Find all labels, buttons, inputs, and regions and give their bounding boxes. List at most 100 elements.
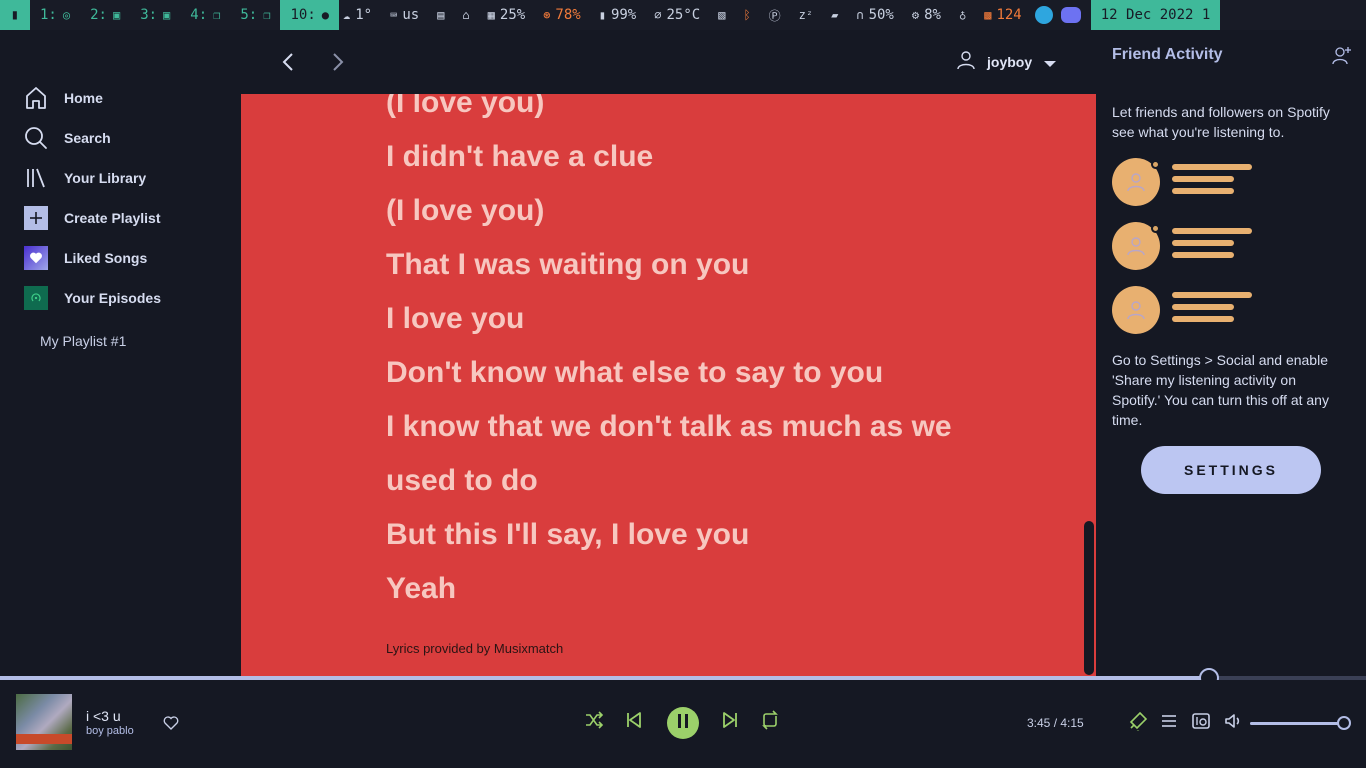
lyric-line[interactable]: Don't know what else to say to you bbox=[386, 355, 883, 391]
friend-activity-title: Friend Activity bbox=[1112, 46, 1223, 63]
pause-status[interactable]: Ⓟ bbox=[760, 7, 790, 24]
image-icon: ▧ bbox=[718, 8, 726, 22]
windows-icon: ❐ bbox=[213, 8, 221, 22]
sidebar-item-liked-songs[interactable]: Liked Songs bbox=[24, 246, 147, 270]
lyric-line[interactable]: (I love you) bbox=[386, 193, 544, 229]
lyric-line[interactable]: (I love you) bbox=[386, 94, 544, 121]
library-icon bbox=[24, 166, 48, 190]
lyric-line[interactable]: used to do bbox=[386, 463, 538, 499]
friend-activity-description: Let friends and followers on Spotify see… bbox=[1112, 104, 1330, 140]
sidebar-item-label: Home bbox=[64, 90, 103, 106]
sidebar-item-create-playlist[interactable]: Create Playlist bbox=[24, 206, 161, 230]
volume-fill bbox=[1250, 722, 1344, 725]
volume-handle[interactable] bbox=[1337, 716, 1351, 730]
system-status-bar: ▮ 1: ◎ 2: ▣ 3: ▣ 4: ❐ 5: ❐ 10: ● ☁ 1° ⌨ us ▤ ⌂ ▦… bbox=[0, 0, 1366, 30]
plus-icon bbox=[24, 206, 48, 230]
sidebar-item-label: Your Episodes bbox=[64, 290, 161, 306]
workspace-5[interactable]: 5: ❐ bbox=[230, 0, 280, 30]
chrome-icon: ◎ bbox=[62, 8, 71, 22]
queue-button[interactable] bbox=[1159, 713, 1179, 733]
date-display: 12 Dec 2022 1 bbox=[1090, 0, 1221, 30]
text-placeholder bbox=[1172, 188, 1234, 194]
lightbulb-status[interactable]: ♁ bbox=[950, 8, 975, 22]
notifications-status[interactable]: ▰ bbox=[822, 8, 847, 22]
workspace-4[interactable]: 4: ❐ bbox=[180, 0, 230, 30]
workspace-2[interactable]: 2: ▣ bbox=[80, 0, 130, 30]
lyric-line[interactable]: I know that we don't talk as much as we bbox=[386, 409, 952, 445]
chat-icon: ▰ bbox=[831, 8, 839, 22]
back-button[interactable] bbox=[277, 50, 299, 74]
sidebar-item-library[interactable]: Your Library bbox=[24, 166, 146, 190]
lyric-line[interactable]: Yeah bbox=[386, 571, 456, 607]
like-button[interactable] bbox=[162, 714, 180, 732]
mute-button[interactable] bbox=[1223, 713, 1243, 733]
lyric-line[interactable]: That I was waiting on you bbox=[386, 247, 749, 283]
track-title[interactable]: i <3 u bbox=[86, 708, 121, 724]
temperature-status: ⌀ 25°C bbox=[654, 7, 701, 23]
cpu-temp-status: ⊛ 78% bbox=[543, 7, 581, 23]
keyboard-status: ⌨ us bbox=[390, 7, 420, 23]
workspace-label: 1: bbox=[40, 7, 57, 23]
memory-status: ▦ 25% bbox=[487, 7, 526, 23]
idle-status[interactable]: zᶻ bbox=[790, 8, 822, 22]
screenshot-status[interactable]: ▧ bbox=[709, 8, 734, 22]
album-art[interactable] bbox=[16, 694, 72, 750]
text-placeholder bbox=[1172, 164, 1252, 170]
discord-icon[interactable] bbox=[1060, 7, 1081, 23]
lyrics-button[interactable] bbox=[1128, 711, 1148, 734]
track-artist[interactable]: boy pablo bbox=[86, 725, 134, 737]
volume-slider[interactable] bbox=[1250, 716, 1351, 730]
sidebar-item-home[interactable]: Home bbox=[24, 86, 103, 110]
spotify-icon: ● bbox=[321, 8, 329, 22]
next-button[interactable] bbox=[720, 712, 740, 732]
gear-icon: ⚙ bbox=[911, 8, 920, 22]
playback-time: 3:45 / 4:15 bbox=[1027, 716, 1084, 730]
shuffle-button[interactable] bbox=[584, 710, 604, 734]
user-menu-button[interactable]: joyboy bbox=[957, 50, 1057, 74]
memory-icon: ▦ bbox=[487, 8, 495, 22]
wm-logo-icon[interactable]: ▮ bbox=[0, 0, 30, 30]
podcast-icon bbox=[24, 286, 48, 310]
pause-button[interactable] bbox=[667, 707, 699, 739]
workspace-label: 5: bbox=[240, 7, 258, 23]
updates-status[interactable]: ▩ 124 bbox=[975, 7, 1031, 23]
lyric-line[interactable]: I love you bbox=[386, 301, 524, 337]
previous-button[interactable] bbox=[624, 712, 644, 732]
settings-button[interactable]: SETTINGS bbox=[1141, 446, 1321, 494]
heart-outline-icon bbox=[162, 716, 180, 736]
shuffle-icon bbox=[584, 710, 604, 734]
status-dot bbox=[1151, 224, 1160, 233]
forward-button[interactable] bbox=[327, 50, 349, 74]
workspace-1[interactable]: 1: ◎ bbox=[30, 0, 80, 30]
sidebar-item-search[interactable]: Search bbox=[24, 126, 111, 150]
sidebar: Home Search Your Library Create Playlist… bbox=[0, 30, 241, 676]
battery-status: ▮ 99% bbox=[598, 7, 637, 23]
clipboard-status[interactable]: ▤ bbox=[428, 8, 453, 22]
text-placeholder bbox=[1172, 304, 1234, 310]
lyric-line[interactable]: But this I'll say, I love you bbox=[386, 517, 749, 553]
lyric-line[interactable]: I didn't have a clue bbox=[386, 139, 653, 175]
status-dot bbox=[1151, 160, 1160, 169]
telegram-icon[interactable] bbox=[1034, 6, 1053, 24]
sidebar-playlist-item[interactable]: My Playlist #1 bbox=[40, 333, 126, 349]
add-friend-button[interactable] bbox=[1332, 46, 1352, 66]
repeat-button[interactable] bbox=[760, 710, 780, 732]
workspace-10[interactable]: 10: ● bbox=[280, 0, 339, 30]
user-icon bbox=[957, 50, 975, 74]
sleep-icon: zᶻ bbox=[798, 8, 814, 22]
lyrics-scrollbar[interactable] bbox=[1084, 521, 1094, 675]
text-placeholder bbox=[1172, 316, 1234, 322]
bluetooth-status[interactable]: ᛒ bbox=[734, 8, 759, 22]
workspace-3[interactable]: 3: ▣ bbox=[130, 0, 180, 30]
sidebar-item-your-episodes[interactable]: Your Episodes bbox=[24, 286, 161, 310]
heart-icon bbox=[24, 246, 48, 270]
sleep-status[interactable]: ⌂ bbox=[453, 8, 478, 22]
workspace-label: 3: bbox=[140, 7, 158, 23]
bed-icon: ⌂ bbox=[462, 8, 470, 22]
workspace-label: 2: bbox=[90, 7, 107, 23]
home-icon bbox=[24, 86, 48, 110]
connect-device-button[interactable] bbox=[1191, 713, 1211, 733]
weather-status: ☁ 1° bbox=[343, 7, 373, 23]
text-placeholder bbox=[1172, 176, 1234, 182]
battery-icon: ▮ bbox=[598, 8, 606, 22]
